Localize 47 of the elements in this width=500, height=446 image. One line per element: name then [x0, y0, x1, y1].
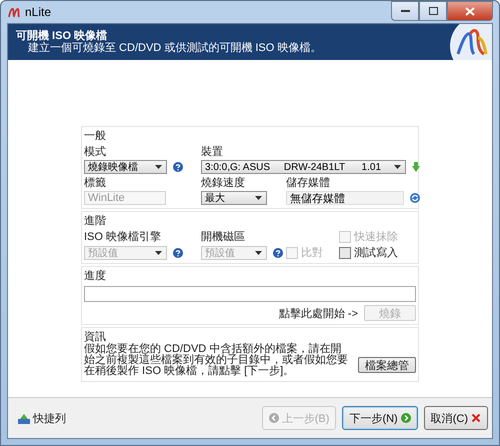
checkbox[interactable] [339, 246, 351, 258]
dropdown[interactable]: 燒錄映像檔 [84, 160, 167, 174]
close-button[interactable] [447, 1, 493, 21]
dropdown[interactable]: 3:0:0,G: ASUS DRW-24B1LT 1.01 [201, 160, 406, 174]
shortcut-icon[interactable] [18, 412, 30, 424]
group-label: 一般 [84, 129, 107, 143]
page-title: 可開機 ISO 映像檔 [16, 30, 108, 42]
start-hint: 點擊此處開始 -> [278, 306, 358, 320]
field-label: 裝置 [201, 145, 224, 159]
shortcut-link[interactable]: 快捷列 [33, 410, 66, 426]
next-button[interactable]: 下一步(N) [342, 406, 418, 430]
media-field: 無儲存媒體 [286, 191, 404, 205]
help-icon[interactable] [173, 162, 183, 172]
field-label: 模式 [84, 145, 107, 159]
maximize-icon [428, 7, 438, 15]
checkbox-label: 比對 [301, 246, 323, 260]
field-label: 開機磁區 [201, 230, 246, 244]
caret-icon [394, 165, 401, 169]
close-icon [471, 413, 481, 423]
minimize-button[interactable] [391, 1, 419, 21]
window-title: nLite [25, 5, 52, 19]
caret-icon [155, 165, 162, 169]
close-icon [465, 6, 475, 16]
field-label: ISO 映像檔引擎 [84, 230, 162, 244]
explorer-button[interactable]: 檔案總管 [358, 357, 416, 373]
caret-icon [255, 250, 262, 254]
group-label: 進度 [84, 268, 107, 283]
caret-icon [255, 196, 262, 200]
page-subtitle: 建立一個可燒錄至 CD/DVD 或供測試的可開機 ISO 映像檔。 [27, 42, 322, 54]
field-label: 燒錄速度 [201, 176, 246, 190]
help-icon[interactable] [273, 248, 283, 258]
field-label: 儲存媒體 [286, 176, 331, 190]
group-label: 資訊 [84, 330, 107, 343]
help-icon[interactable] [173, 248, 183, 258]
minimize-icon [400, 10, 410, 12]
down-arrow-icon[interactable] [412, 162, 420, 172]
info-text: 假如您要在您的 CD/DVD 中含括額外的檔案，請在開始之前複製這些檔案到有效的子目錄中，或者假如您要在稍後製作 ISO 映像檔，請點擊 [下一步]。 [84, 344, 349, 377]
dropdown[interactable]: 最大 [201, 191, 267, 205]
field-label: 標籤 [84, 176, 107, 190]
cancel-button[interactable]: 取消(C) [424, 406, 488, 430]
checkbox-label: 測試寫入 [354, 246, 398, 260]
refresh-icon[interactable] [410, 193, 420, 203]
group-label: 進階 [84, 214, 107, 228]
app-icon [7, 5, 21, 19]
checkbox-label: 快速抹除 [354, 230, 398, 244]
caret-icon [155, 250, 162, 254]
maximize-button[interactable] [419, 1, 447, 21]
